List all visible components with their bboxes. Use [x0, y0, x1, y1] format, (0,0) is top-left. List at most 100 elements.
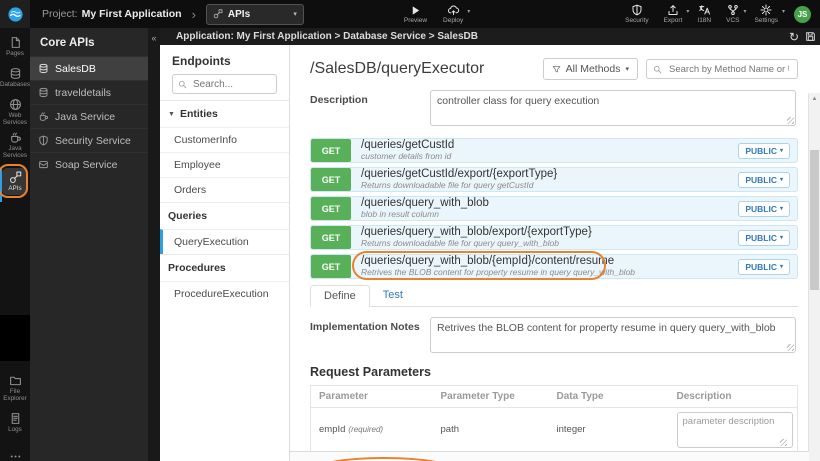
service-title: /SalesDB/queryExecutor — [310, 60, 485, 77]
access-dropdown[interactable]: PUBLIC ▾ — [738, 229, 790, 246]
preview-button[interactable]: Preview — [404, 5, 427, 24]
rail-item-file-explorer[interactable]: File Explorer — [0, 374, 30, 402]
endpoint-info: /queries/query_with_blob blob in result c… — [351, 197, 499, 220]
access-dropdown[interactable]: PUBLIC ▾ — [738, 200, 790, 217]
endpoint-list: GET/queries/getCustId customer details fr… — [310, 138, 798, 280]
vcs-button[interactable]: ▾ VCS — [726, 4, 747, 24]
endpoint-item-orders[interactable]: Orders — [160, 177, 289, 202]
core-api-item-traveldetails[interactable]: traveldetails — [30, 80, 148, 104]
method-badge: GET — [311, 226, 351, 249]
service-header: /SalesDB/queryExecutor All Methods ▾ — [310, 58, 798, 80]
search-icon — [653, 65, 662, 73]
endpoint-item-procedureexecution[interactable]: ProcedureExecution — [160, 281, 289, 306]
settings-button[interactable]: ▾ Settings — [754, 4, 785, 24]
database-icon — [39, 63, 48, 74]
rail-item-label: APIs — [8, 185, 22, 192]
rail-item-label: Web Services — [2, 112, 28, 127]
core-api-item-soap-service[interactable]: Soap Service — [30, 152, 148, 176]
scroll-up-arrow-icon[interactable]: ▲ — [809, 96, 820, 102]
chevron-down-icon: ▾ — [779, 264, 783, 270]
globe-icon — [9, 99, 21, 110]
endpoint-info: /queries/getCustId customer details from … — [351, 139, 464, 162]
api-endpoint-row-1[interactable]: GET/queries/getCustId/export/{exportType… — [310, 167, 798, 192]
access-dropdown[interactable]: PUBLIC ▾ — [738, 258, 790, 275]
security-button[interactable]: Security — [625, 4, 649, 24]
column-header-parameter: Parameter — [310, 385, 433, 408]
collapse-panel-button[interactable]: « — [148, 33, 160, 43]
rail-item-logs[interactable]: Logs — [0, 412, 30, 433]
core-api-item-security-service[interactable]: Security Service — [30, 128, 148, 152]
gear-icon — [760, 4, 772, 16]
param-data-type: integer — [548, 407, 669, 452]
export-label: Export — [663, 17, 683, 24]
vertical-scrollbar[interactable]: ▲ — [808, 93, 820, 461]
request-parameters-table: Parameter Parameter Type Data Type Descript… — [310, 385, 798, 461]
rail-item-web-services[interactable]: Web Services — [0, 98, 30, 126]
rail-item-item[interactable] — [0, 450, 30, 461]
rail-item-apis[interactable]: APIs — [0, 164, 28, 198]
access-label: PUBLIC — [745, 232, 777, 243]
settings-label: Settings — [754, 17, 779, 24]
save-icon[interactable] — [805, 31, 816, 42]
chevron-down-icon: ▾ — [686, 9, 690, 15]
endpoint-group-queries[interactable]: Queries — [160, 202, 289, 229]
api-endpoint-row-2[interactable]: GET/queries/query_with_blob blob in resul… — [310, 196, 798, 221]
api-endpoint-row-0[interactable]: GET/queries/getCustId customer details fr… — [310, 138, 798, 163]
endpoint-item-customerinfo[interactable]: CustomerInfo — [160, 127, 289, 152]
export-button[interactable]: ▾ Export — [663, 4, 689, 24]
impl-notes-input[interactable]: Retrives the BLOB content for property r… — [430, 317, 796, 353]
method-badge: GET — [311, 139, 351, 162]
description-input[interactable]: controller class for query execution — [430, 90, 796, 126]
rail-item-pages[interactable]: Pages — [0, 36, 30, 57]
user-avatar[interactable]: JS — [794, 5, 811, 23]
param-description-input[interactable] — [676, 411, 793, 448]
i18n-button[interactable]: I18N — [697, 4, 711, 24]
endpoints-title: Endpoints — [172, 54, 231, 68]
endpoints-search-input[interactable] — [191, 77, 273, 91]
endpoint-group-entities[interactable]: ▼ Entities — [160, 100, 289, 127]
access-label: PUBLIC — [745, 145, 777, 156]
refresh-icon[interactable]: ↻ — [789, 31, 799, 43]
endpoint-group-procedures[interactable]: Procedures — [160, 254, 289, 281]
column-header-data-type: Data Type — [548, 385, 669, 408]
rail-item-label: Databases — [0, 81, 31, 88]
column-header-parameter-type: Parameter Type — [432, 385, 549, 408]
resize-grip-icon[interactable] — [787, 344, 794, 351]
api-endpoint-row-4[interactable]: GET/queries/query_with_blob/{empId}/cont… — [310, 251, 798, 280]
access-dropdown[interactable]: PUBLIC ▾ — [738, 171, 790, 188]
tab-define[interactable]: Define — [310, 285, 370, 307]
chevron-down-icon: ▾ — [779, 235, 783, 241]
methods-filter-dropdown[interactable]: All Methods ▾ — [542, 58, 638, 80]
endpoint-item-queryexecution[interactable]: QueryExecution — [160, 229, 289, 254]
rail-item-java-services[interactable]: Java Services — [0, 131, 30, 159]
core-api-item-salesdb[interactable]: SalesDB — [30, 56, 148, 80]
method-search-input[interactable] — [667, 62, 791, 76]
api-endpoint-row-3[interactable]: GET/queries/query_with_blob/export/{expo… — [310, 225, 798, 250]
endpoint-item-employee[interactable]: Employee — [160, 152, 289, 177]
endpoint-info: /queries/getCustId/export/{exportType} Re… — [351, 168, 567, 191]
rail-item-label: Pages — [6, 50, 24, 57]
rail-spacer-block — [0, 315, 30, 361]
endpoint-description: Returns downloadable file for query quer… — [361, 238, 559, 249]
endpoints-search — [172, 74, 277, 94]
search-icon — [178, 80, 187, 88]
tab-test[interactable]: Test — [370, 285, 416, 306]
resize-grip-icon[interactable] — [780, 438, 787, 446]
rail-item-databases[interactable]: Databases — [0, 67, 30, 88]
access-dropdown[interactable]: PUBLIC ▾ — [738, 142, 790, 159]
description-field-row: Description controller class for query e… — [310, 90, 798, 126]
scrollbar-thumb[interactable] — [810, 150, 819, 290]
core-api-item-java-service[interactable]: Java Service — [30, 104, 148, 128]
method-badge: GET — [311, 168, 351, 191]
resize-grip-icon[interactable] — [787, 117, 794, 124]
database-icon — [39, 87, 48, 98]
core-apis-title: Core APIs — [40, 37, 95, 49]
i18n-icon — [698, 5, 710, 15]
breadcrumb-actions: ↻ — [789, 31, 816, 43]
shield-icon — [39, 135, 48, 146]
deploy-button[interactable]: ▾ Deploy — [443, 4, 470, 24]
core-api-label: Security Service — [55, 134, 131, 147]
method-badge: GET — [311, 255, 351, 278]
module-selector-dropdown[interactable]: APIs ▾ — [205, 3, 304, 25]
brand-logo[interactable] — [0, 0, 30, 28]
